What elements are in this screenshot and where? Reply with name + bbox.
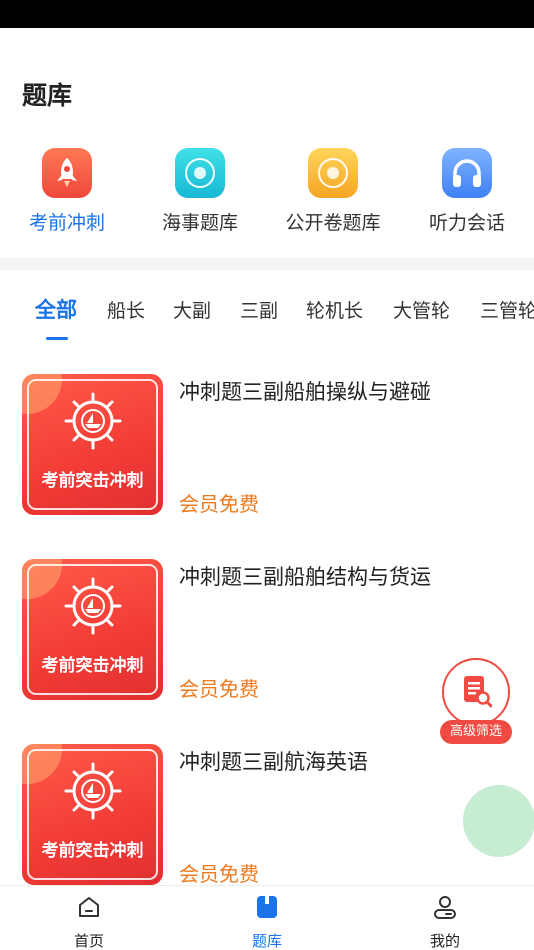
thumbnail-caption: 考前突击冲刺 <box>41 471 144 491</box>
tab-chief-officer[interactable]: 大副 <box>173 296 211 323</box>
card-title: 冲刺题三副船舶结构与货运 <box>179 565 431 589</box>
floating-assistant-bubble[interactable] <box>463 785 534 857</box>
headphones-icon <box>442 148 492 198</box>
ship-wheel-icon <box>64 392 122 450</box>
category-tabs: 全部 船长 大副 三副 轮机长 大管轮 三管轮 <box>0 296 534 336</box>
quick-entry-sprint[interactable]: 考前冲刺 <box>2 148 132 235</box>
nav-mine[interactable]: 我的 <box>405 894 485 950</box>
quick-entry-row: 考前冲刺 海事题库 公开卷题库 听力会话 <box>0 148 534 238</box>
tab-second-engineer[interactable]: 大管轮 <box>393 296 450 323</box>
nav-label: 题库 <box>251 932 282 950</box>
tab-chief-engineer[interactable]: 轮机长 <box>306 296 363 323</box>
home-icon <box>79 897 99 917</box>
document-search-icon <box>442 658 510 726</box>
card-title: 冲刺题三副航海英语 <box>179 750 368 774</box>
quick-entry-open-book[interactable]: 公开卷题库 <box>268 148 398 235</box>
question-bank-card[interactable]: 考前突击冲刺 冲刺题三副船舶操纵与避碰 会员免费 <box>0 374 534 519</box>
advanced-filter-button[interactable]: 高级筛选 <box>440 658 512 744</box>
advanced-filter-label: 高级筛选 <box>440 720 512 744</box>
nav-label: 我的 <box>429 932 460 950</box>
maritime-emblem-icon <box>308 148 358 198</box>
quick-entry-listening[interactable]: 听力会话 <box>402 148 532 235</box>
page-title: 题库 <box>22 81 73 110</box>
card-thumbnail: 考前突击冲刺 <box>22 374 163 515</box>
card-thumbnail: 考前突击冲刺 <box>22 744 163 885</box>
thumbnail-caption: 考前突击冲刺 <box>41 656 144 676</box>
question-bank-icon <box>257 896 277 918</box>
card-price-badge: 会员免费 <box>179 492 259 516</box>
section-divider <box>0 258 534 270</box>
card-title: 冲刺题三副船舶操纵与避碰 <box>179 380 431 404</box>
tab-third-officer[interactable]: 三副 <box>240 296 278 323</box>
card-price-badge: 会员免费 <box>179 862 259 886</box>
question-bank-card[interactable]: 考前突击冲刺 冲刺题三副航海英语 会员免费 <box>0 744 534 889</box>
tab-all[interactable]: 全部 <box>35 294 77 324</box>
card-price-badge: 会员免费 <box>179 677 259 701</box>
quick-entry-label: 考前冲刺 <box>28 212 105 234</box>
ship-wheel-icon <box>64 577 122 635</box>
quick-entry-label: 听力会话 <box>428 212 505 234</box>
tab-captain[interactable]: 船长 <box>107 296 145 323</box>
nav-question-bank[interactable]: 题库 <box>227 894 307 950</box>
status-bar <box>0 0 534 28</box>
active-tab-indicator <box>46 337 68 340</box>
quick-entry-maritime[interactable]: 海事题库 <box>135 148 265 235</box>
thumbnail-caption: 考前突击冲刺 <box>41 841 144 861</box>
rocket-icon <box>42 148 92 198</box>
nav-label: 首页 <box>73 932 104 950</box>
nav-home[interactable]: 首页 <box>49 894 129 950</box>
quick-entry-label: 海事题库 <box>161 212 238 234</box>
card-thumbnail: 考前突击冲刺 <box>22 559 163 700</box>
quick-entry-label: 公开卷题库 <box>285 212 381 234</box>
bottom-navigation: 首页 题库 我的 <box>0 885 534 950</box>
user-icon <box>434 896 456 919</box>
tab-third-engineer[interactable]: 三管轮 <box>480 296 534 323</box>
maritime-emblem-icon <box>175 148 225 198</box>
ship-wheel-icon <box>64 762 122 820</box>
